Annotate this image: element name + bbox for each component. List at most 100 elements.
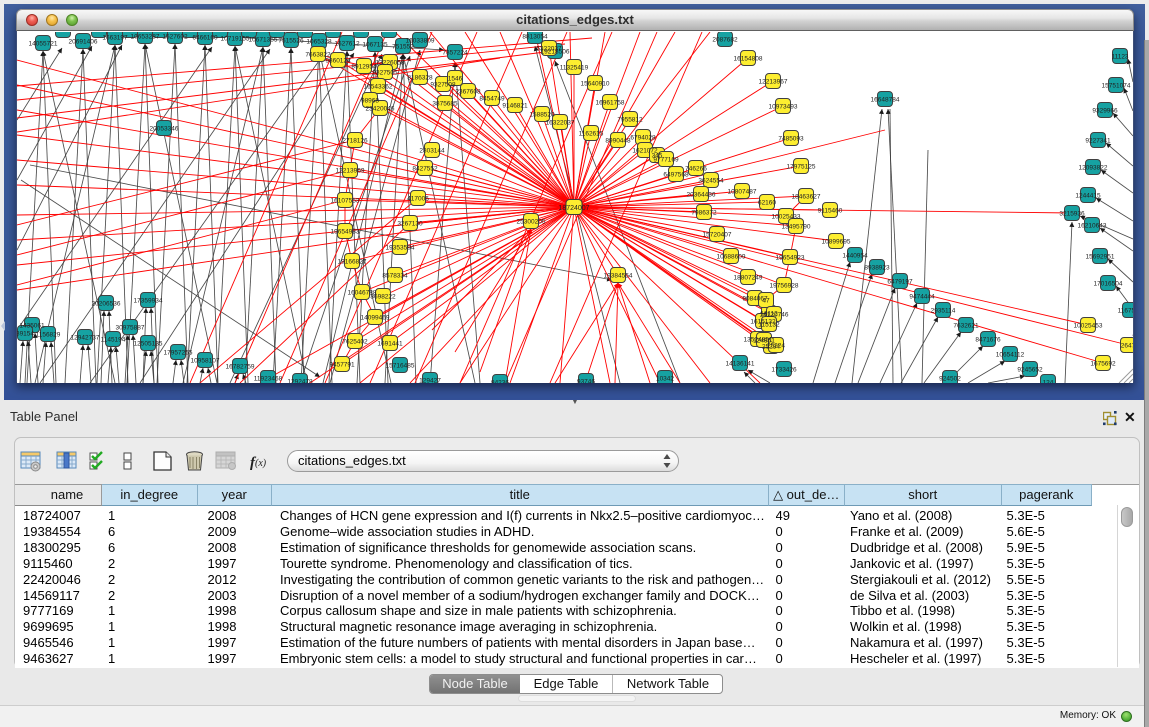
svg-text:17975125: 17975125 [787,164,816,171]
svg-text:1167534: 1167534 [1118,308,1133,315]
svg-text:9115460: 9115460 [818,208,843,215]
svg-text:1292478: 1292478 [287,379,313,384]
svg-text:1162615: 1162615 [579,131,604,138]
svg-text:19654923: 19654923 [776,255,805,262]
svg-text:12213969: 12213969 [336,168,365,175]
svg-text:19353594: 19353594 [386,245,415,252]
svg-text:9327508: 9327508 [430,82,456,89]
svg-text:9860124: 9860124 [325,58,351,65]
svg-text:30975887: 30975887 [116,325,145,332]
svg-text:9245652: 9245652 [1017,367,1043,374]
svg-text:20053346: 20053346 [150,126,179,133]
svg-text:1067135: 1067135 [362,42,388,49]
svg-text:15720407: 15720407 [703,232,732,239]
svg-text:16961758: 16961758 [596,100,625,107]
svg-text:14136141: 14136141 [726,361,755,368]
svg-text:1691441: 1691441 [377,341,403,348]
svg-text:14055721: 14055721 [29,41,58,48]
svg-text:19384554: 19384554 [604,273,633,280]
svg-text:16782759: 16782759 [226,364,255,371]
svg-text:18807249: 18807249 [734,275,763,282]
svg-text:9777169: 9777169 [653,157,679,164]
svg-text:10899695: 10899695 [822,239,851,246]
svg-text:1527612: 1527612 [334,41,360,48]
svg-text:3267130: 3267130 [397,221,423,228]
svg-text:16648784: 16648784 [871,97,900,104]
svg-text:2718126: 2718126 [342,138,368,145]
svg-text:12505135: 12505135 [134,341,163,348]
svg-text:2367608: 2367608 [455,89,481,96]
svg-text:2647: 2647 [1121,343,1133,350]
svg-text:62160: 62160 [758,200,776,207]
svg-text:18724007: 18724007 [558,205,589,212]
svg-text:25300205: 25300205 [517,219,546,226]
svg-text:12093822: 12093822 [1079,165,1108,172]
svg-text:129427: 129427 [419,378,441,384]
svg-text:1546: 1546 [448,76,463,83]
svg-text:9327505: 9327505 [372,70,398,77]
svg-text:10719155: 10719155 [221,36,250,43]
svg-text:19756928: 19756928 [770,283,799,290]
svg-text:16154808: 16154808 [734,56,763,63]
svg-text:1145194: 1145194 [101,337,126,344]
svg-text:2087682: 2087682 [712,37,738,44]
svg-text:7986372: 7986372 [691,210,717,217]
svg-text:1440954: 1440954 [842,253,868,260]
svg-text:10653287: 10653287 [131,34,160,41]
svg-text:10654112: 10654112 [996,352,1025,359]
svg-text:16322037: 16322037 [546,120,575,127]
svg-text:19166827: 19166827 [338,259,367,266]
svg-text:98968: 98968 [361,98,379,105]
svg-text:9146821: 9146821 [502,103,528,110]
svg-text:16107553: 16107553 [331,198,360,205]
svg-text:23420046: 23420046 [366,106,395,113]
svg-text:16033809: 16033809 [406,38,435,45]
svg-text:7485093: 7485093 [778,136,804,143]
svg-text:1065328: 1065328 [306,39,332,46]
svg-text:1588520: 1588520 [529,112,555,119]
svg-text:13495790: 13495790 [782,224,811,231]
svg-text:9329966: 9329966 [1092,108,1118,115]
svg-text:7357224: 7357224 [442,50,468,57]
svg-text:1244415: 1244415 [1075,193,1101,200]
svg-text:6466160: 6466160 [192,35,218,42]
svg-text:9227341: 9227341 [1085,138,1111,145]
svg-text:11923468: 11923468 [254,376,283,383]
svg-text:84236: 84236 [491,380,509,384]
svg-text:8698222: 8698222 [370,294,396,301]
svg-text:25224: 25224 [767,343,785,350]
svg-text:39154: 39154 [17,331,34,338]
svg-text:924502: 924502 [939,376,961,383]
svg-text:6497568: 6497568 [663,172,689,179]
svg-text:16210643: 16210643 [1078,223,1107,230]
svg-text:20206536: 20206536 [92,301,121,308]
svg-text:1733426: 1733426 [771,367,797,374]
svg-text:15716485: 15716485 [386,363,415,370]
svg-text:10342: 10342 [656,376,674,383]
svg-text:1675692: 1675692 [1090,361,1116,368]
svg-text:6794028: 6794028 [630,135,656,142]
svg-text:2803144: 2803144 [419,148,445,155]
svg-text:8990448: 8990448 [605,138,631,145]
svg-text:17359934: 17359934 [134,298,163,305]
svg-text:10688609: 10688609 [717,254,746,261]
svg-text:7515526: 7515526 [278,38,304,45]
svg-text:115132: 115132 [758,322,780,329]
svg-text:7625402: 7625402 [342,339,368,346]
svg-text:3215936: 3215936 [1059,211,1085,218]
svg-text:16543362: 16543362 [364,84,393,91]
svg-text:417006: 417006 [407,196,429,203]
svg-text:124: 124 [1043,380,1054,384]
svg-text:7955812: 7955812 [617,117,643,124]
svg-text:1156829: 1156829 [36,332,61,339]
svg-text:12213967: 12213967 [759,79,788,86]
svg-text:17957255: 17957255 [164,350,193,357]
svg-text:8938923: 8938923 [864,265,890,272]
svg-text:14099469: 14099469 [361,315,390,322]
svg-text:15751074: 15751074 [1102,83,1131,90]
svg-text:9457791: 9457791 [329,362,355,369]
svg-text:20364436: 20364436 [687,192,716,199]
svg-text:1435061: 1435061 [19,323,45,330]
svg-text:93746: 93746 [577,379,595,384]
svg-text:8578334: 8578334 [382,273,408,280]
